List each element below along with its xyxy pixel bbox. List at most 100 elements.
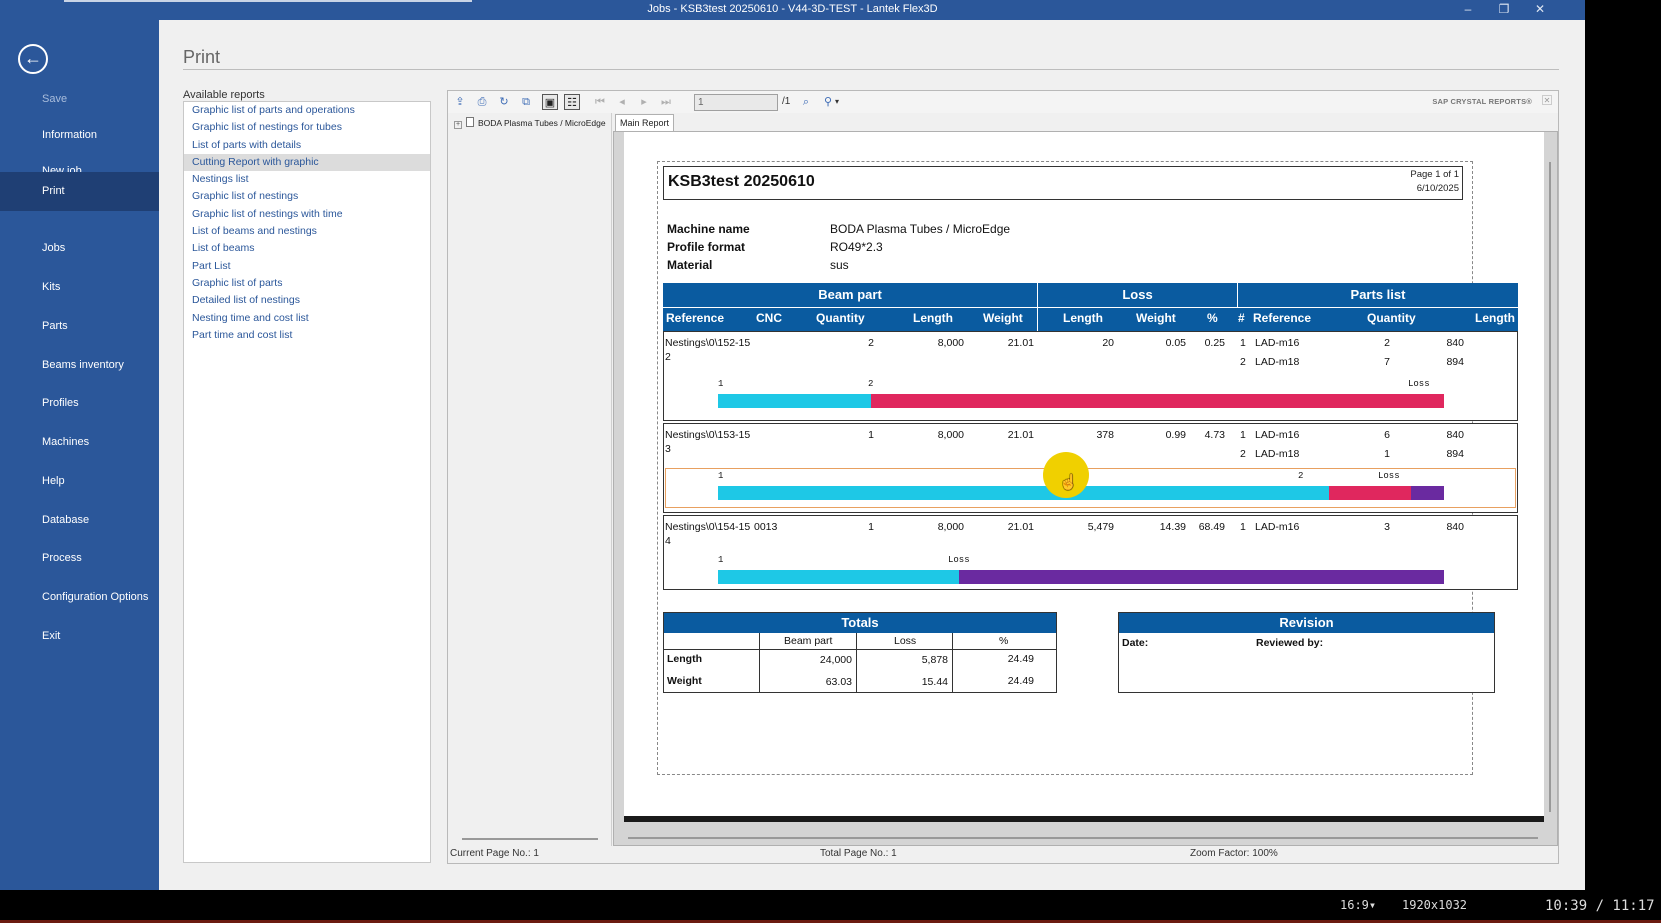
report-date: 6/10/2025 — [1416, 183, 1459, 194]
report-item-selected[interactable]: Cutting Report with graphic — [184, 153, 430, 172]
table-row: Nestings\0\154-15 4 0013 1 8,000 21.01 5… — [663, 515, 1518, 590]
row-loss-length: 378 — [1096, 429, 1114, 441]
sidebar-item-profiles[interactable]: Profiles — [0, 384, 159, 422]
restore-button[interactable]: ❐ — [1496, 2, 1512, 16]
report-item[interactable]: Graphic list of nestings — [184, 188, 430, 205]
tree-node[interactable]: + BODA Plasma Tubes / MicroEdge — [454, 117, 606, 129]
totals-head-beam: Beam part — [784, 635, 833, 647]
backstage-sidebar: ← Save Information New job Print Jobs Ki… — [0, 20, 159, 890]
video-player-bar: 16:9▾ 1920x1032 10:39 / 11:17 — [0, 890, 1661, 923]
page-number-input[interactable]: 1 — [694, 94, 778, 111]
report-item[interactable]: Graphic list of parts — [184, 275, 430, 292]
report-item[interactable]: Part List — [184, 258, 430, 275]
sidebar-item-parts[interactable]: Parts — [0, 307, 159, 345]
sidebar-item-beams-inventory[interactable]: Beams inventory — [0, 346, 159, 384]
canvas-vertical-scrollbar[interactable] — [1549, 162, 1551, 812]
table-header: Beam part Loss Parts list Reference CNC … — [663, 283, 1518, 331]
tab-main-report[interactable]: Main Report — [615, 114, 675, 131]
report-item[interactable]: Nestings list — [184, 171, 430, 188]
resolution-label: 1920x1032 — [1402, 898, 1468, 912]
print-icon[interactable]: ⎙ — [474, 94, 490, 110]
report-item[interactable]: List of beams — [184, 240, 430, 257]
close-icon[interactable]: ✕ — [1542, 95, 1552, 105]
status-total-page: Total Page No.: 1 — [820, 848, 897, 859]
row-quantity: 1 — [868, 521, 874, 533]
report-canvas: KSB3test 20250610 Page 1 of 1 6/10/2025 … — [613, 131, 1558, 846]
sidebar-item-print[interactable]: Print — [0, 172, 159, 211]
sidebar-item-database[interactable]: Database — [0, 501, 159, 539]
report-item[interactable]: List of beams and nestings — [184, 223, 430, 240]
sidebar-item-jobs[interactable]: Jobs — [0, 229, 159, 267]
profile-value: RO49*2.3 — [830, 240, 883, 254]
col-length: Length — [913, 311, 953, 325]
toggle-group-tree-icon[interactable]: ☷ — [564, 94, 580, 110]
machine-value: BODA Plasma Tubes / MicroEdge — [830, 222, 1011, 236]
part-number: 1 — [1240, 429, 1246, 441]
col-number: # — [1238, 311, 1245, 325]
part-length: 840 — [1446, 337, 1464, 349]
zoom-dropdown-icon[interactable]: ▾ — [832, 94, 842, 110]
find-icon[interactable]: ⌕ — [798, 94, 814, 110]
sap-crystal-reports-logo: SAP CRYSTAL REPORTS® — [1432, 97, 1532, 106]
sidebar-item-help[interactable]: Help — [0, 462, 159, 500]
report-title: KSB3test 20250610 — [668, 173, 815, 190]
sidebar-item-machines[interactable]: Machines — [0, 423, 159, 461]
part-number: 1 — [1240, 337, 1246, 349]
refresh-icon[interactable]: ↻ — [496, 94, 512, 110]
row-weight: 21.01 — [1007, 337, 1034, 349]
row-loss-length: 20 — [1102, 337, 1114, 349]
minimize-button[interactable]: – — [1460, 2, 1476, 16]
title-divider — [183, 69, 1559, 70]
cut-bar-loss — [1411, 486, 1444, 500]
sidebar-item-process[interactable]: Process — [0, 539, 159, 577]
next-page-icon[interactable]: ▸ — [636, 94, 652, 110]
report-item[interactable]: Graphic list of parts and operations — [184, 102, 430, 119]
totals-length-loss: 5,878 — [921, 654, 948, 666]
part-quantity: 6 — [1384, 429, 1390, 441]
report-item[interactable]: Graphic list of nestings with time — [184, 206, 430, 223]
totals-divider — [664, 649, 1056, 650]
bar-label: 1 — [718, 379, 724, 389]
report-item[interactable]: Part time and cost list — [184, 327, 430, 344]
report-page: KSB3test 20250610 Page 1 of 1 6/10/2025 … — [624, 132, 1544, 822]
canvas-horizontal-scrollbar[interactable] — [628, 837, 1538, 839]
report-item[interactable]: Nesting time and cost list — [184, 310, 430, 327]
bar-label: 1 — [718, 471, 724, 481]
row-reference-suffix: 4 — [665, 535, 671, 547]
copy-icon[interactable]: ⧉ — [518, 94, 534, 110]
sidebar-item-configuration-options[interactable]: Configuration Options — [0, 578, 159, 616]
report-item[interactable]: Detailed list of nestings — [184, 292, 430, 309]
header-divider — [663, 307, 1518, 308]
last-page-icon[interactable]: ⏭ — [658, 94, 674, 110]
row-cnc: 0013 — [754, 521, 778, 533]
toggle-parameter-panel-icon[interactable]: ▣ — [542, 94, 558, 110]
part-length: 894 — [1446, 448, 1464, 460]
sidebar-item-information[interactable]: Information — [0, 116, 159, 154]
playback-time: 10:39 / 11:17 — [1545, 898, 1655, 914]
material-value: sus — [830, 258, 849, 272]
part-quantity: 1 — [1384, 448, 1390, 460]
part-number: 2 — [1240, 356, 1246, 368]
row-length: 8,000 — [937, 521, 964, 533]
previous-page-icon[interactable]: ◂ — [614, 94, 630, 110]
export-icon[interactable]: ⇪ — [452, 94, 468, 110]
back-arrow-icon[interactable]: ← — [18, 44, 48, 74]
close-button[interactable]: ✕ — [1532, 2, 1548, 16]
viewer-toolbar: ⇪ ⎙ ↻ ⧉ ▣ ☷ ⏮ ◂ ▸ ⏭ 1 /1 ⌕ ⚲ ▾ SAP CRYST… — [448, 91, 1558, 113]
aspect-ratio-select[interactable]: 16:9▾ — [1340, 898, 1376, 912]
totals-length-beam: 24,000 — [819, 654, 852, 666]
report-item[interactable]: List of parts with details — [184, 137, 430, 154]
row-loss-weight: 14.39 — [1159, 521, 1186, 533]
sidebar-item-save[interactable]: Save — [0, 80, 159, 118]
first-page-icon[interactable]: ⏮ — [592, 94, 608, 110]
cut-bar-part — [718, 486, 1329, 500]
expand-icon[interactable]: + — [454, 121, 462, 129]
row-quantity: 2 — [868, 337, 874, 349]
sidebar-item-exit[interactable]: Exit — [0, 617, 159, 655]
row-loss-percent: 68.49 — [1198, 521, 1225, 533]
tree-scrollbar[interactable] — [462, 838, 598, 840]
report-item[interactable]: Graphic list of nestings for tubes — [184, 119, 430, 136]
col-part-length: Length — [1475, 311, 1515, 325]
sidebar-item-kits[interactable]: Kits — [0, 268, 159, 306]
status-zoom: Zoom Factor: 100% — [1190, 848, 1278, 859]
